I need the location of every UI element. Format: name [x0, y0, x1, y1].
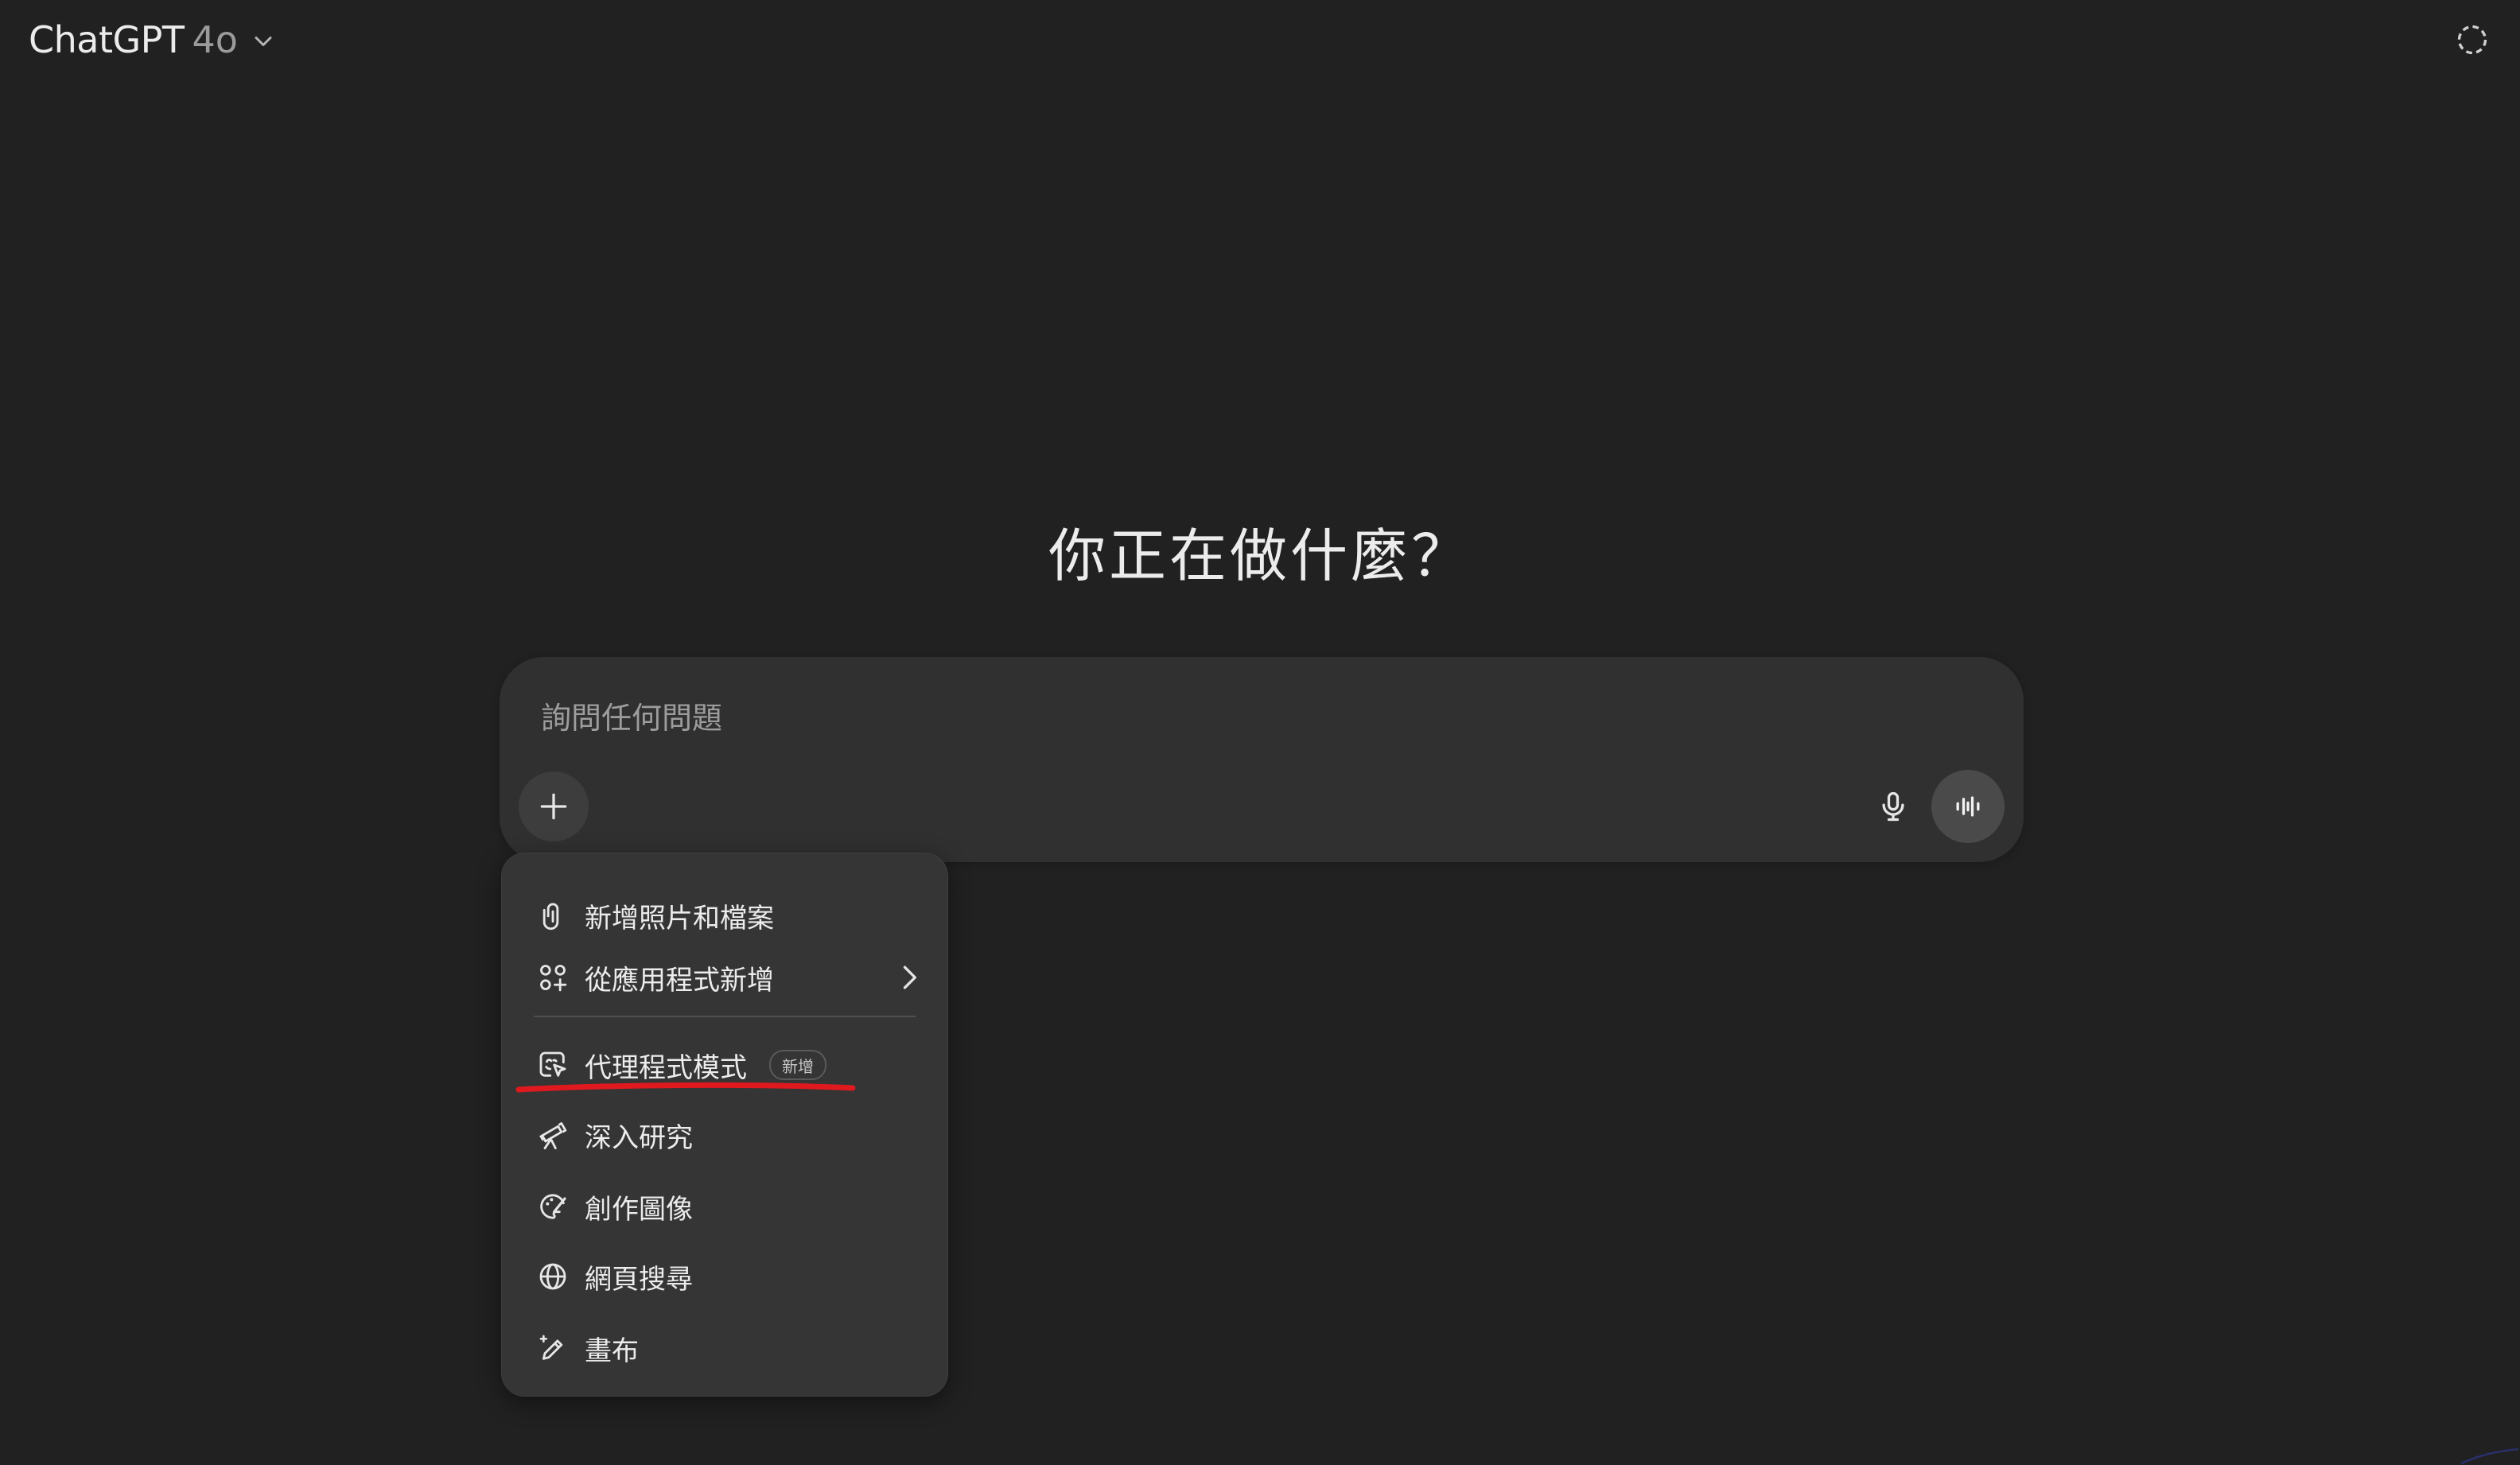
- dashed-circle-icon: [2457, 25, 2487, 55]
- menu-item-create-image[interactable]: 創作圖像: [518, 1173, 931, 1240]
- red-underline-annotation: [515, 1082, 856, 1093]
- new-badge: 新增: [769, 1050, 826, 1080]
- menu-item-label: 創作圖像: [585, 1193, 693, 1226]
- menu-item-label: 畫布: [585, 1335, 639, 1367]
- model-version: 4o: [192, 18, 238, 61]
- menu-item-label: 從應用程式新增: [585, 964, 774, 997]
- agent-cursor-icon: [535, 1047, 570, 1082]
- add-tools-button[interactable]: [519, 771, 589, 841]
- dictate-button[interactable]: [1861, 775, 1925, 838]
- menu-item-label: 深入研究: [585, 1121, 693, 1154]
- pencil-sparkle-icon: [535, 1331, 570, 1366]
- menu-item-deep-research[interactable]: 深入研究: [518, 1102, 931, 1168]
- telescope-icon: [535, 1117, 570, 1152]
- globe-icon: [535, 1259, 570, 1294]
- menu-item-add-photos-files[interactable]: 新增照片和檔案: [518, 882, 931, 949]
- menu-item-canvas[interactable]: 畫布: [518, 1315, 931, 1381]
- apps-grid-icon: [535, 960, 570, 995]
- microphone-icon: [1882, 791, 1904, 822]
- app-name: ChatGPT: [29, 18, 185, 61]
- chevron-down-icon: [255, 37, 272, 46]
- plus-icon: [540, 793, 567, 820]
- chat-home-page: ChatGPT 4o 你正在做什麼？ 詢問任何問題 新增照片和檔案 從應用程式新…: [0, 0, 2520, 1465]
- page-headline: 你正在做什麼？: [1048, 523, 1472, 589]
- temporary-chat-button[interactable]: [2453, 21, 2491, 59]
- menu-item-add-from-apps[interactable]: 從應用程式新增: [518, 944, 931, 1011]
- chevron-right-icon: [903, 966, 916, 989]
- voice-waveform-icon: [1956, 796, 1980, 817]
- model-switcher[interactable]: ChatGPT 4o: [29, 16, 278, 64]
- menu-item-web-search[interactable]: 網頁搜尋: [518, 1243, 931, 1310]
- voice-mode-button[interactable]: [1931, 770, 2005, 843]
- menu-divider: [534, 1016, 916, 1017]
- menu-item-label: 網頁搜尋: [585, 1263, 693, 1296]
- palette-icon: [535, 1189, 570, 1224]
- tools-menu: 新增照片和檔案 從應用程式新增 代理程式模式 新增 深入研究 創作圖像 網頁搜尋…: [501, 853, 948, 1397]
- corner-scribble: [2460, 1448, 2519, 1465]
- menu-item-label: 新增照片和檔案: [585, 902, 774, 935]
- message-composer: [500, 657, 2024, 862]
- prompt-input[interactable]: [539, 689, 1895, 748]
- paperclip-icon: [535, 898, 570, 933]
